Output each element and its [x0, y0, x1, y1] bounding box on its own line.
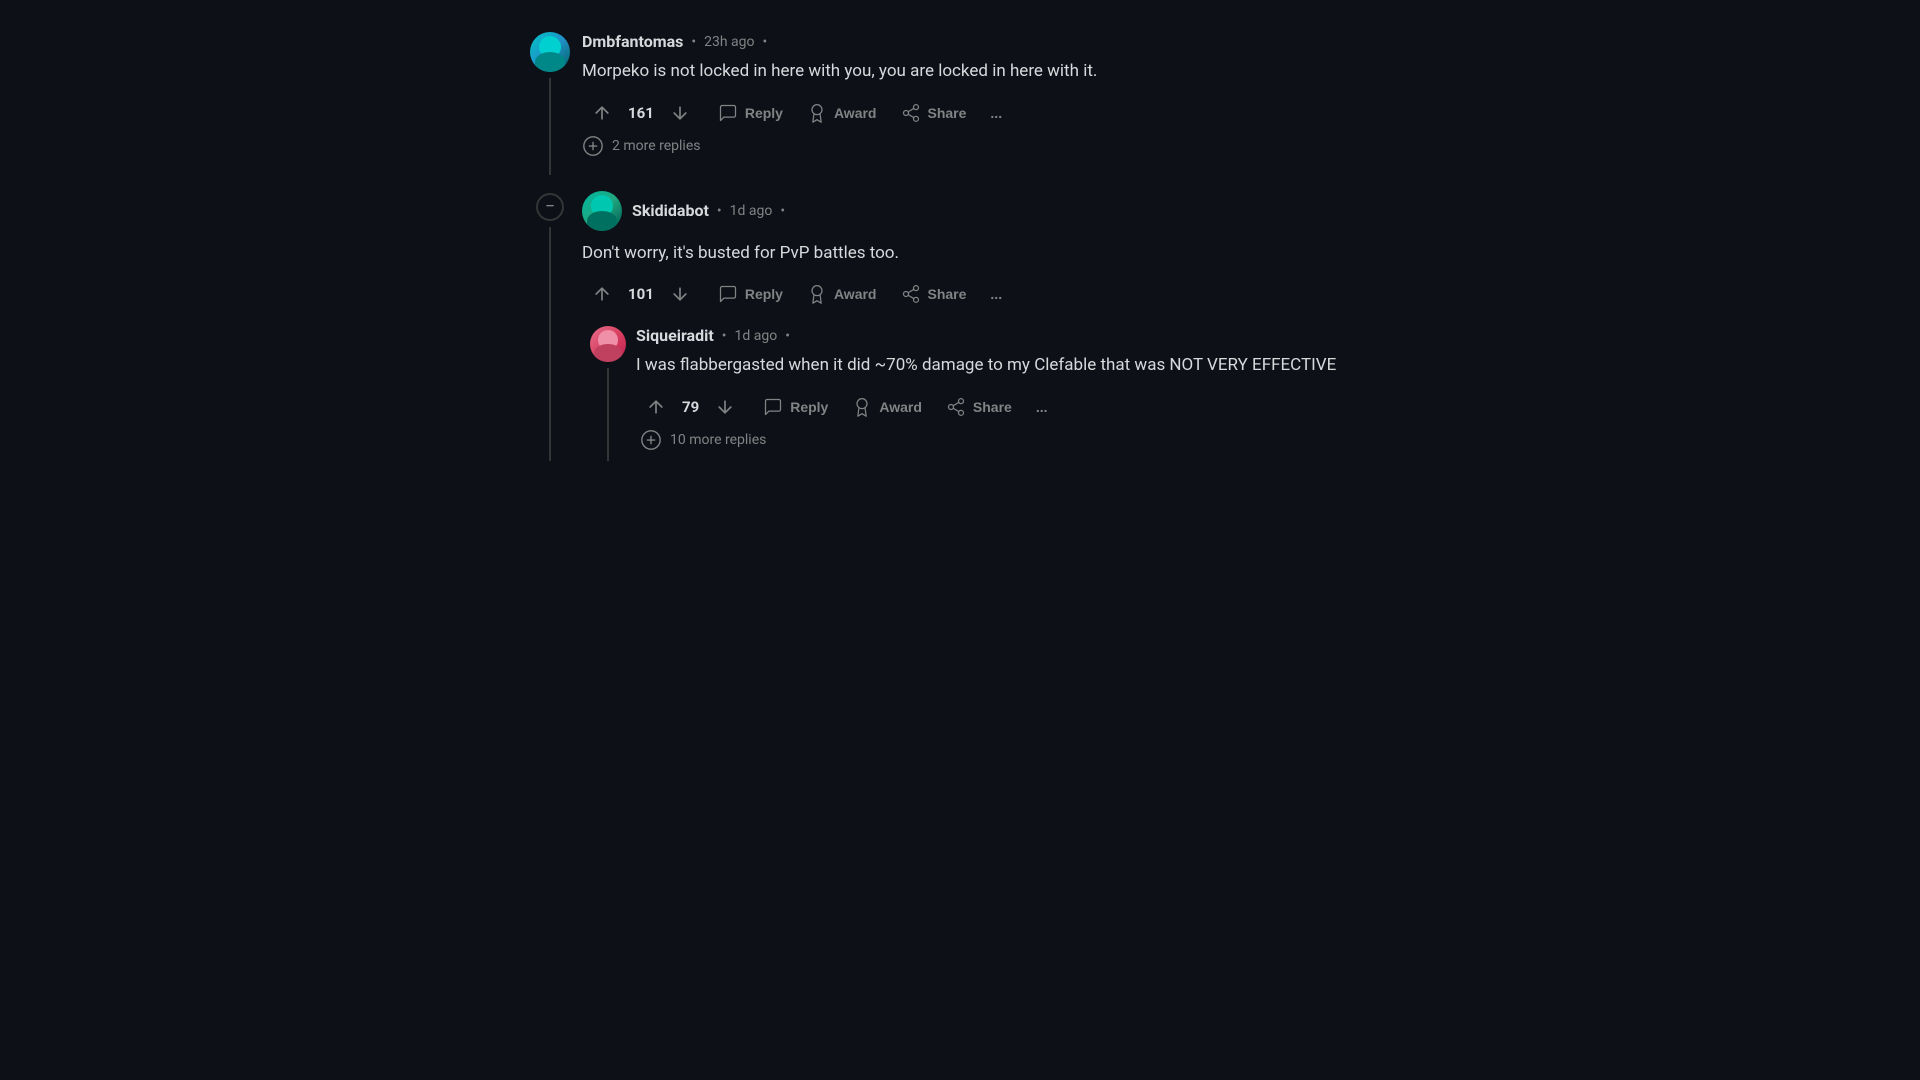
share-label-nested: Share [973, 399, 1012, 415]
dot-sep5: • [722, 328, 727, 344]
upvote-button-2[interactable] [582, 278, 622, 310]
dot-sep2: • [763, 34, 768, 50]
share-label-2: Share [928, 286, 967, 302]
comment-text-2: Don't worry, it's busted for PvP battles… [582, 241, 1390, 267]
reply-icon-nested [763, 397, 783, 417]
nested-left [590, 326, 626, 461]
timestamp-skididabot: 1d ago [730, 203, 773, 219]
nested-text: I was flabbergasted when it did ~70% dam… [636, 353, 1390, 379]
vote-count-nested: 79 [682, 398, 699, 416]
share-button-2[interactable]: Share [891, 278, 977, 310]
action-bar-nested: 79 Reply [636, 391, 1390, 423]
username: Dmbfantomas [582, 32, 683, 51]
award-button-nested[interactable]: Award [842, 391, 932, 423]
reply-label-nested: Reply [790, 399, 828, 415]
more-button-2[interactable]: ... [980, 280, 1012, 308]
award-icon-2 [807, 284, 827, 304]
timestamp: 23h ago [704, 34, 754, 50]
more-dots: ... [990, 105, 1002, 121]
vote-section-1: 161 [582, 97, 700, 129]
share-button[interactable]: Share [891, 97, 977, 129]
nested-body: Siqueiradit • 1d ago • I was flabbergast… [636, 326, 1390, 461]
dot-sep4: • [780, 203, 785, 219]
username-skididabot: Skididabot [632, 201, 709, 220]
comment-left-1 [530, 32, 570, 175]
downvote-icon [670, 103, 690, 123]
award-icon [807, 103, 827, 123]
comment-body-1: Dmbfantomas • 23h ago • Morpeko is not l… [582, 32, 1390, 175]
expand-icon-nested [640, 429, 662, 451]
nested-reply-siqueiradit: Siqueiradit • 1d ago • I was flabbergast… [582, 326, 1390, 461]
comment-header-1: Dmbfantomas • 23h ago • [582, 32, 1390, 51]
vote-section-2: 101 [582, 278, 700, 310]
thread-line-nested [607, 368, 609, 461]
more-replies-1[interactable]: 2 more replies [582, 135, 1390, 157]
vote-section-nested: 79 [636, 391, 745, 423]
downvote-button-2[interactable] [660, 278, 700, 310]
dot-sep3: • [717, 203, 722, 219]
more-replies-nested[interactable]: 10 more replies [640, 429, 1390, 451]
downvote-icon-2 [670, 284, 690, 304]
vote-count-2: 101 [628, 285, 654, 303]
upvote-button-nested[interactable] [636, 391, 676, 423]
share-button-nested[interactable]: Share [936, 391, 1022, 423]
skididabot-header-row: Skididabot • 1d ago • [582, 191, 1390, 231]
comment-skididabot-wrapper: − Skididabot • 1d ago • Don't worry, it'… [530, 179, 1390, 461]
timestamp-siqueiradit: 1d ago [735, 328, 778, 344]
award-label-2: Award [834, 286, 877, 302]
downvote-button-nested[interactable] [705, 391, 745, 423]
more-replies-text: 2 more replies [612, 138, 700, 154]
award-icon-nested [852, 397, 872, 417]
share-icon [901, 103, 921, 123]
dot-sep: • [691, 34, 696, 50]
skididabot-left: − [530, 191, 570, 461]
reply-icon [718, 103, 738, 123]
award-button-2[interactable]: Award [797, 278, 887, 310]
upvote-icon-2 [592, 284, 612, 304]
reply-label-2: Reply [745, 286, 783, 302]
reply-icon-2 [718, 284, 738, 304]
downvote-icon-nested [715, 397, 735, 417]
more-dots-nested: ... [1036, 399, 1048, 415]
thread-line-2 [549, 227, 551, 461]
reply-button-nested[interactable]: Reply [753, 391, 838, 423]
reply-button-2[interactable]: Reply [708, 278, 793, 310]
award-label-nested: Award [879, 399, 922, 415]
more-button-nested[interactable]: ... [1026, 393, 1058, 421]
expand-icon [582, 135, 604, 157]
vote-count: 161 [628, 104, 654, 122]
comment-header-2: Skididabot • 1d ago • [632, 201, 785, 220]
award-button[interactable]: Award [797, 97, 887, 129]
more-dots-2: ... [990, 286, 1002, 302]
reply-label: Reply [745, 105, 783, 121]
comment-text-1: Morpeko is not locked in here with you, … [582, 59, 1390, 85]
downvote-button[interactable] [660, 97, 700, 129]
share-label: Share [928, 105, 967, 121]
avatar [530, 32, 570, 72]
collapse-button[interactable]: − [536, 193, 564, 221]
nested-header: Siqueiradit • 1d ago • [636, 326, 1390, 345]
more-replies-text-nested: 10 more replies [670, 432, 766, 448]
action-bar-2: 101 Reply [582, 278, 1390, 310]
award-label: Award [834, 105, 877, 121]
comment-dmbfantomas: Dmbfantomas • 23h ago • Morpeko is not l… [530, 20, 1390, 179]
more-button[interactable]: ... [980, 99, 1012, 127]
reply-button[interactable]: Reply [708, 97, 793, 129]
action-bar-1: 161 Reply [582, 97, 1390, 129]
share-icon-nested [946, 397, 966, 417]
comment-thread: Dmbfantomas • 23h ago • Morpeko is not l… [530, 20, 1390, 461]
avatar-siqueiradit [590, 326, 626, 362]
upvote-icon [592, 103, 612, 123]
skididabot-content: Skididabot • 1d ago • Don't worry, it's … [570, 191, 1390, 461]
avatar-skididabot [582, 191, 622, 231]
thread-line [549, 78, 551, 175]
share-icon-2 [901, 284, 921, 304]
dot-sep6: • [785, 328, 790, 344]
upvote-icon-nested [646, 397, 666, 417]
upvote-button[interactable] [582, 97, 622, 129]
username-siqueiradit: Siqueiradit [636, 326, 714, 345]
